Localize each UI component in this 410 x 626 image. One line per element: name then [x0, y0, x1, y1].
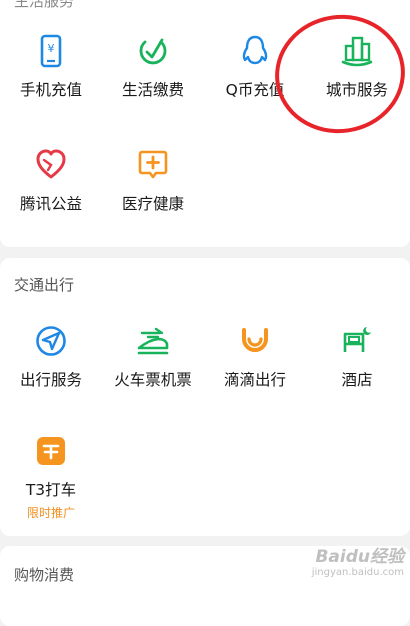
- tile-label: 腾讯公益: [19, 195, 82, 213]
- tile-tencent-charity[interactable]: 腾讯公益: [0, 148, 102, 214]
- svg-text:¥: ¥: [48, 42, 55, 55]
- shopping-title: 购物消费: [14, 566, 75, 584]
- tile-utility-payment[interactable]: 生活缴费: [102, 34, 204, 100]
- tile-medical-health[interactable]: 医疗健康: [102, 148, 204, 214]
- baidu-jingyan-watermark: Baidu经验 jingyan.baidu.com: [312, 542, 404, 578]
- checkmark-bill-icon: [139, 38, 167, 65]
- tile-train-flight-tickets[interactable]: 火车票机票: [102, 324, 204, 390]
- tile-label: 火车票机票: [114, 371, 192, 389]
- mobile-yuan-icon: ¥: [40, 34, 62, 68]
- t3-taxi-icon: [37, 437, 65, 465]
- watermark-sub: jingyan.baidu.com: [311, 567, 404, 578]
- tile-t3-taxi[interactable]: T3打车 限时推广: [0, 434, 102, 521]
- tile-travel-services[interactable]: 出行服务: [0, 324, 102, 390]
- life-services-title: 生活服务: [14, 0, 75, 10]
- transport-card: 交通出行 出行服务 火车票机票 滴滴出行 酒店 T3打车 限时推广: [0, 258, 410, 536]
- tile-label: 滴滴出行: [223, 371, 286, 389]
- tile-didi[interactable]: 滴滴出行: [204, 324, 306, 390]
- didi-icon: [242, 328, 268, 352]
- heart-charity-icon: [36, 149, 66, 179]
- watermark-main: Baidu经验: [315, 547, 404, 567]
- tile-label: 手机充值: [19, 81, 82, 99]
- tile-label: 生活缴费: [121, 81, 184, 99]
- transport-title: 交通出行: [14, 276, 75, 294]
- promo-badge: 限时推广: [26, 506, 75, 520]
- train-icon: [137, 327, 169, 355]
- tile-label: T3打车: [25, 481, 77, 499]
- navigation-arrow-icon: [36, 326, 66, 356]
- tile-label: 出行服务: [19, 371, 82, 389]
- tile-label: 酒店: [341, 371, 373, 389]
- hotel-bed-icon: [343, 327, 371, 352]
- medical-plus-icon: [138, 150, 168, 179]
- qq-penguin-icon: [242, 35, 268, 65]
- tile-label: 医疗健康: [121, 195, 184, 213]
- tile-mobile-recharge[interactable]: ¥ 手机充值: [0, 34, 102, 100]
- tile-hotel[interactable]: 酒店: [306, 324, 408, 390]
